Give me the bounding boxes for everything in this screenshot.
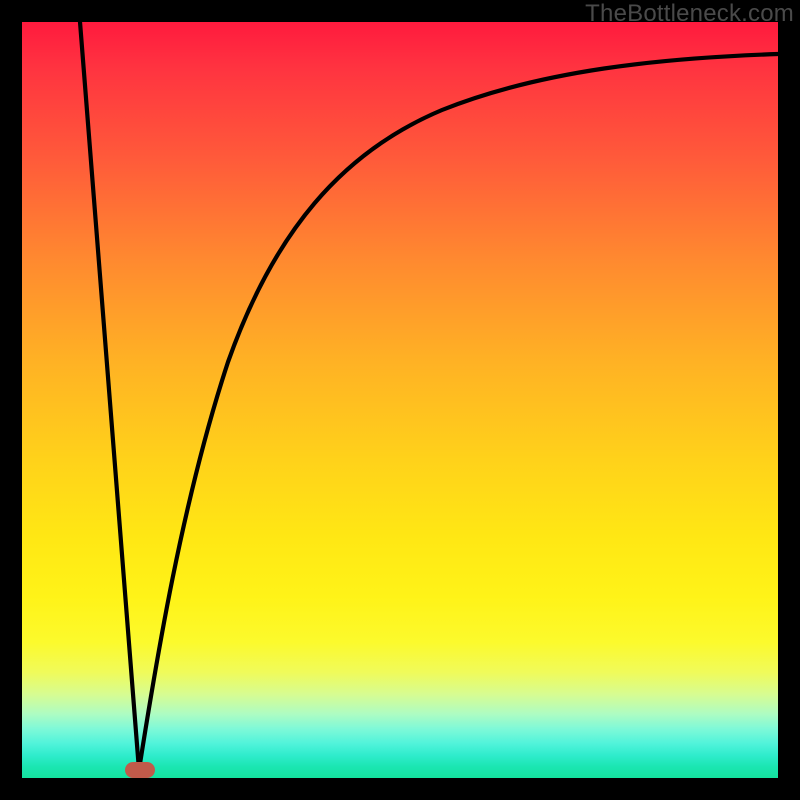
bottleneck-curve <box>22 22 778 778</box>
min-marker <box>125 762 155 778</box>
chart-frame: TheBottleneck.com <box>0 0 800 800</box>
curve-left-branch <box>80 22 139 770</box>
curve-right-branch <box>139 54 778 770</box>
watermark-text: TheBottleneck.com <box>585 0 794 28</box>
